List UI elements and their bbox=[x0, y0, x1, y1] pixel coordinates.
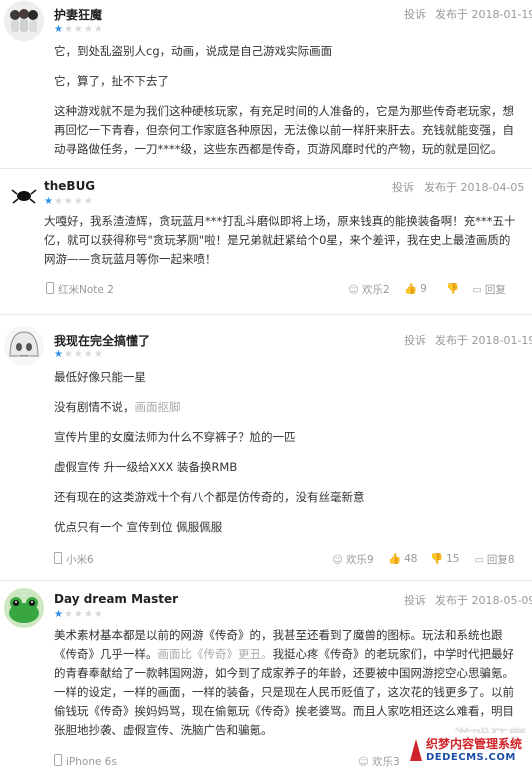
review-footer: 红米Note 2 ☺ 欢乐2 👍 9 👎 ▭ 回复 bbox=[0, 282, 532, 300]
avatar[interactable] bbox=[4, 326, 44, 366]
report-button[interactable]: 投诉 bbox=[404, 592, 426, 608]
divider bbox=[0, 580, 532, 581]
avatar[interactable] bbox=[4, 1, 44, 41]
review-text: 这种游戏就不是为我们这种硬核玩家，有充足时间的人准备的，它是为那些传奇老玩家，想… bbox=[54, 104, 514, 156]
rating-stars: ★★★★★ bbox=[54, 24, 104, 35]
logo-domain: DEDECMS.COM bbox=[426, 752, 516, 763]
report-button[interactable]: 投诉 bbox=[392, 179, 414, 195]
upvote-button[interactable]: 👍 48 bbox=[388, 552, 417, 565]
review-card: 我现在完全搞懂了 ★★★★★ 投诉 发布于 2018-01-19 最低好像只能一… bbox=[0, 316, 532, 576]
report-button[interactable]: 投诉 bbox=[404, 6, 426, 22]
avatar[interactable] bbox=[4, 174, 44, 214]
publish-date: 发布于 2018-05-09 bbox=[435, 594, 532, 607]
review-text: 宣传片里的女魔法师为什么不穿裤子？尬的一匹 bbox=[54, 430, 296, 444]
username[interactable]: 我现在完全搞懂了 bbox=[54, 332, 150, 349]
divider bbox=[0, 314, 532, 315]
like-button[interactable]: ☺ 欢乐9 bbox=[332, 552, 374, 567]
username[interactable]: Day dream Master bbox=[54, 592, 178, 606]
publish-date: 发布于 2018-01-19 bbox=[435, 334, 532, 347]
review-text: 最低好像只能一星 bbox=[54, 370, 146, 384]
phone-icon bbox=[46, 282, 54, 294]
anime-avatar-image bbox=[4, 326, 44, 366]
site-logo: 织梦内容管理系统 DEDECMS.COM bbox=[410, 733, 526, 767]
device-label: iPhone 6s bbox=[54, 754, 117, 768]
review-text: 还有现在的这类游戏十个有八个都是仿传奇的，没有丝毫新意 bbox=[54, 490, 365, 504]
review-text: 没有剧情不说，画面抠脚 bbox=[54, 400, 181, 414]
avatar-image bbox=[4, 1, 44, 41]
like-button[interactable]: ☺ 欢乐3 bbox=[358, 754, 400, 769]
frog-avatar-image bbox=[4, 588, 44, 628]
review-card: theBUG ★★★★★ 投诉 发布于 2018-04-05 大嘎好，我系渣渣辉… bbox=[0, 170, 532, 310]
reply-button[interactable]: ▭ 回复8 bbox=[474, 552, 515, 567]
review-text: 虚假宣传 升一级给XXX 装备换RMB bbox=[54, 460, 238, 474]
rating-stars: ★★★★★ bbox=[44, 196, 94, 207]
logo-title: 织梦内容管理系统 bbox=[426, 737, 523, 751]
review-card: Day dream Master ★★★★★ 投诉 发布于 2018-05-09… bbox=[0, 582, 532, 771]
review-text: 美术素材基本都是以前的网游《传奇》的，我甚至还看到了魔兽的图标。玩法和系统也跟《… bbox=[54, 628, 514, 737]
report-button[interactable]: 投诉 bbox=[404, 332, 426, 348]
divider bbox=[0, 168, 532, 169]
smile-icon: ☺ bbox=[332, 554, 343, 566]
username[interactable]: 护妻狂魔 bbox=[54, 6, 102, 23]
review-text: 大嘎好，我系渣渣辉，贪玩蓝月***打乱斗磨似即将上场，原来钱真的能换装备啊！充*… bbox=[44, 214, 516, 266]
upvote-button[interactable]: 👍 9 bbox=[404, 282, 427, 295]
review-footer: 小米6 ☺ 欢乐9 👍 48 👎 15 ▭ 回复8 bbox=[0, 552, 532, 570]
phone-icon bbox=[54, 754, 62, 766]
thumbs-up-icon: 👍 bbox=[404, 283, 418, 295]
thumbs-down-icon: 👎 bbox=[430, 553, 444, 565]
review-card: 护妻狂魔 ★★★★★ 投诉 发布于 2018-01-19 它，到处乱盗别人cg，… bbox=[0, 0, 532, 168]
review-text: 它，到处乱盗别人cg，动画，说成是自己游戏实际画面 bbox=[54, 44, 333, 58]
downvote-button[interactable]: 👎 15 bbox=[430, 552, 459, 565]
comment-icon: ▭ bbox=[474, 554, 484, 566]
downvote-button[interactable]: 👎 bbox=[446, 282, 462, 295]
like-button[interactable]: ☺ 欢乐2 bbox=[348, 282, 390, 297]
bug-avatar-image bbox=[11, 189, 37, 204]
phone-icon bbox=[54, 552, 62, 564]
thumbs-down-icon: 👎 bbox=[446, 283, 460, 295]
publish-date: 发布于 2018-04-05 bbox=[424, 181, 525, 194]
device-label: 红米Note 2 bbox=[46, 282, 114, 297]
avatar[interactable] bbox=[4, 588, 44, 628]
device-label: 小米6 bbox=[54, 552, 94, 567]
thumbs-up-icon: 👍 bbox=[388, 553, 402, 565]
smile-icon: ☺ bbox=[348, 284, 359, 296]
review-text: 优点只有一个 宣传到位 佩服佩服 bbox=[54, 520, 223, 534]
publish-date: 发布于 2018-01-19 bbox=[435, 8, 532, 21]
username[interactable]: theBUG bbox=[44, 179, 95, 193]
logo-mark-icon bbox=[410, 739, 422, 761]
comment-icon: ▭ bbox=[472, 284, 482, 296]
reply-button[interactable]: ▭ 回复 bbox=[472, 282, 506, 297]
review-text: 它，算了，扯不下去了 bbox=[54, 74, 169, 88]
smile-icon: ☺ bbox=[358, 756, 369, 768]
rating-stars: ★★★★★ bbox=[54, 609, 104, 620]
rating-stars: ★★★★★ bbox=[54, 349, 104, 360]
